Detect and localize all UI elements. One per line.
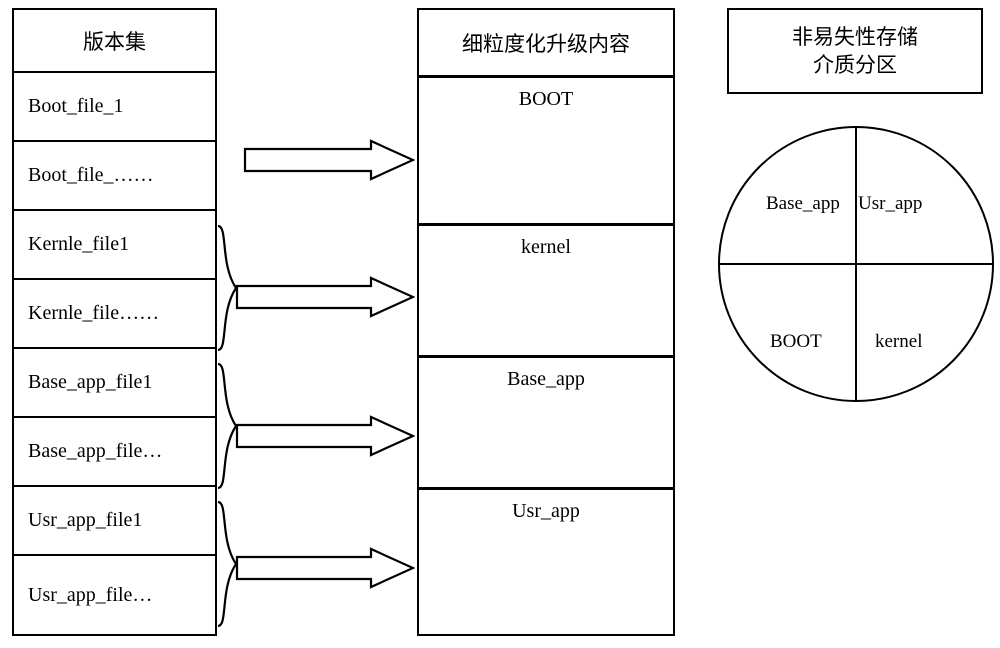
fine-grained-segment-boot[interactable]: BOOT bbox=[419, 78, 673, 226]
nvm-quadrant-bottom-left: BOOT bbox=[770, 331, 822, 352]
kernel-mapping-arrow bbox=[235, 276, 415, 318]
nvm-title-line2: 介质分区 bbox=[813, 53, 897, 77]
boot-mapping-arrow bbox=[243, 139, 415, 181]
version-set-panel: 版本集 Boot_file_1 Boot_file_…… Kernle_file… bbox=[12, 8, 217, 636]
nvm-quadrant-top-left: Base_app bbox=[766, 193, 840, 214]
version-set-row[interactable]: Usr_app_file… bbox=[14, 556, 215, 634]
version-set-row[interactable]: Kernle_file1 bbox=[14, 211, 215, 280]
fine-grained-title: 细粒度化升级内容 bbox=[419, 10, 673, 78]
usr-app-mapping-arrow bbox=[235, 547, 415, 589]
fine-grained-segment-base-app[interactable]: Base_app bbox=[419, 358, 673, 490]
fine-grained-segment-usr-app[interactable]: Usr_app bbox=[419, 490, 673, 634]
nvm-circle-horizontal-divider bbox=[718, 263, 994, 265]
nvm-quadrant-bottom-right: kernel bbox=[875, 331, 923, 352]
version-set-title: 版本集 bbox=[14, 10, 215, 73]
nvm-partition-title-box: 非易失性存储 介质分区 bbox=[727, 8, 983, 94]
base-app-mapping-arrow bbox=[235, 415, 415, 457]
nvm-quadrant-top-right: Usr_app bbox=[858, 193, 923, 214]
version-set-row[interactable]: Kernle_file…… bbox=[14, 280, 215, 349]
version-set-row[interactable]: Boot_file_…… bbox=[14, 142, 215, 211]
version-set-row[interactable]: Base_app_file1 bbox=[14, 349, 215, 418]
fine-grained-panel: 细粒度化升级内容 BOOT kernel Base_app Usr_app bbox=[417, 8, 675, 636]
version-set-row[interactable]: Usr_app_file1 bbox=[14, 487, 215, 556]
version-set-row[interactable]: Boot_file_1 bbox=[14, 73, 215, 142]
fine-grained-segment-kernel[interactable]: kernel bbox=[419, 226, 673, 358]
nvm-title-line1: 非易失性存储 bbox=[792, 24, 918, 49]
version-set-row[interactable]: Base_app_file… bbox=[14, 418, 215, 487]
